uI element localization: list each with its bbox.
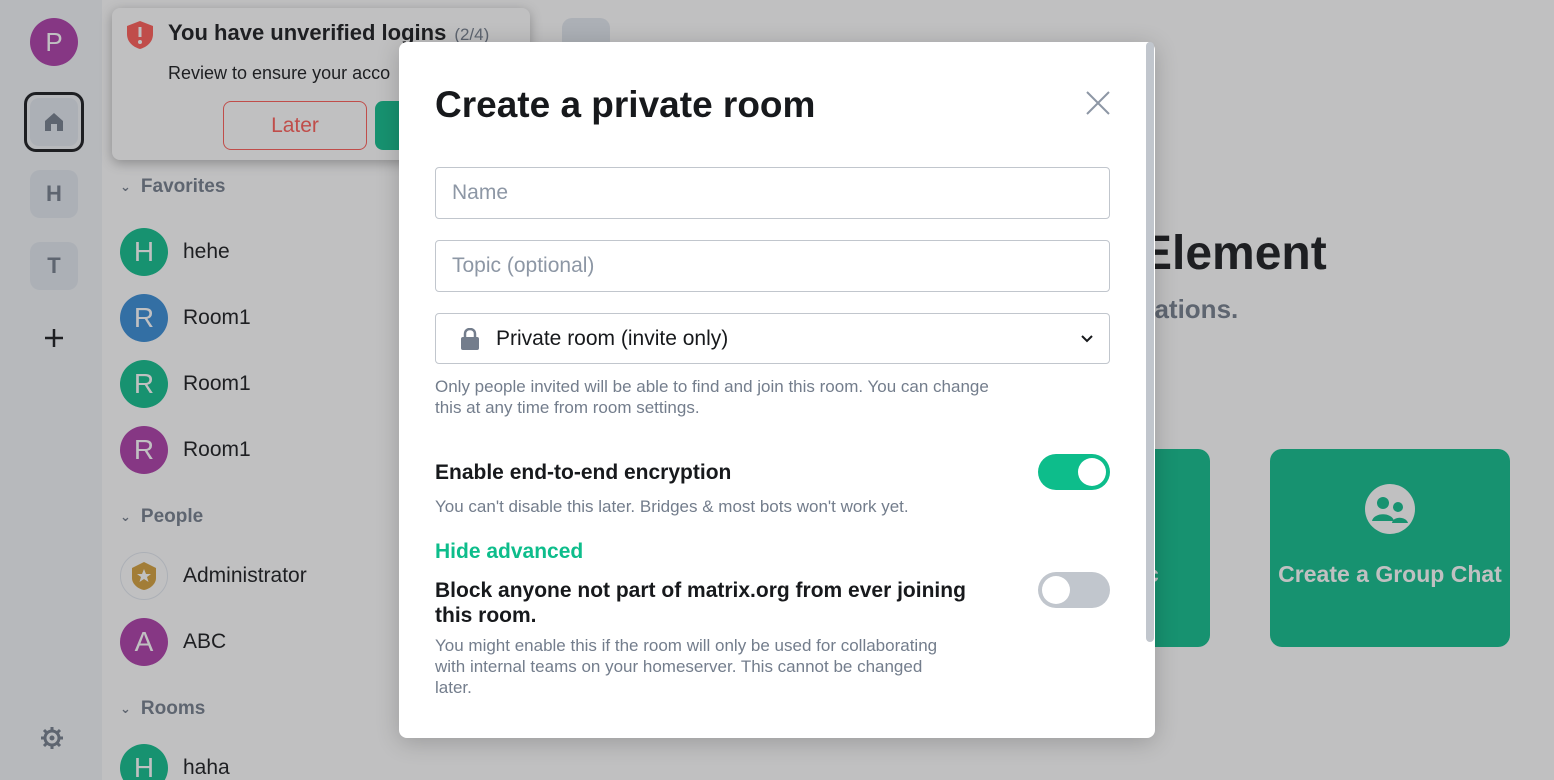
chevron-down-icon [1081,335,1093,343]
block-federation-description: You might enable this if the room will o… [435,636,938,697]
e2e-toggle[interactable] [1038,454,1110,490]
block-federation-label: Block anyone not part of matrix.org from… [435,579,966,627]
block-federation-toggle[interactable] [1038,572,1110,608]
e2e-description: You can't disable this later. Bridges & … [435,497,909,516]
close-icon[interactable] [1085,90,1111,116]
join-rule-description: Only people invited will be able to find… [435,377,989,417]
join-rule-dropdown[interactable]: Private room (invite only) [435,313,1110,364]
e2e-label: Enable end-to-end encryption [435,461,732,484]
create-room-dialog: Create a private room Private room (invi… [399,42,1155,738]
room-topic-field[interactable] [435,240,1110,292]
room-topic-input[interactable] [436,241,1109,291]
room-name-input[interactable] [436,168,1109,218]
dialog-scrollbar[interactable] [1146,42,1154,642]
room-name-field[interactable] [435,167,1110,219]
join-rule-value: Private room (invite only) [496,326,729,350]
lock-icon [461,327,479,350]
dialog-title: Create a private room [435,84,816,125]
hide-advanced-link[interactable]: Hide advanced [435,540,583,564]
